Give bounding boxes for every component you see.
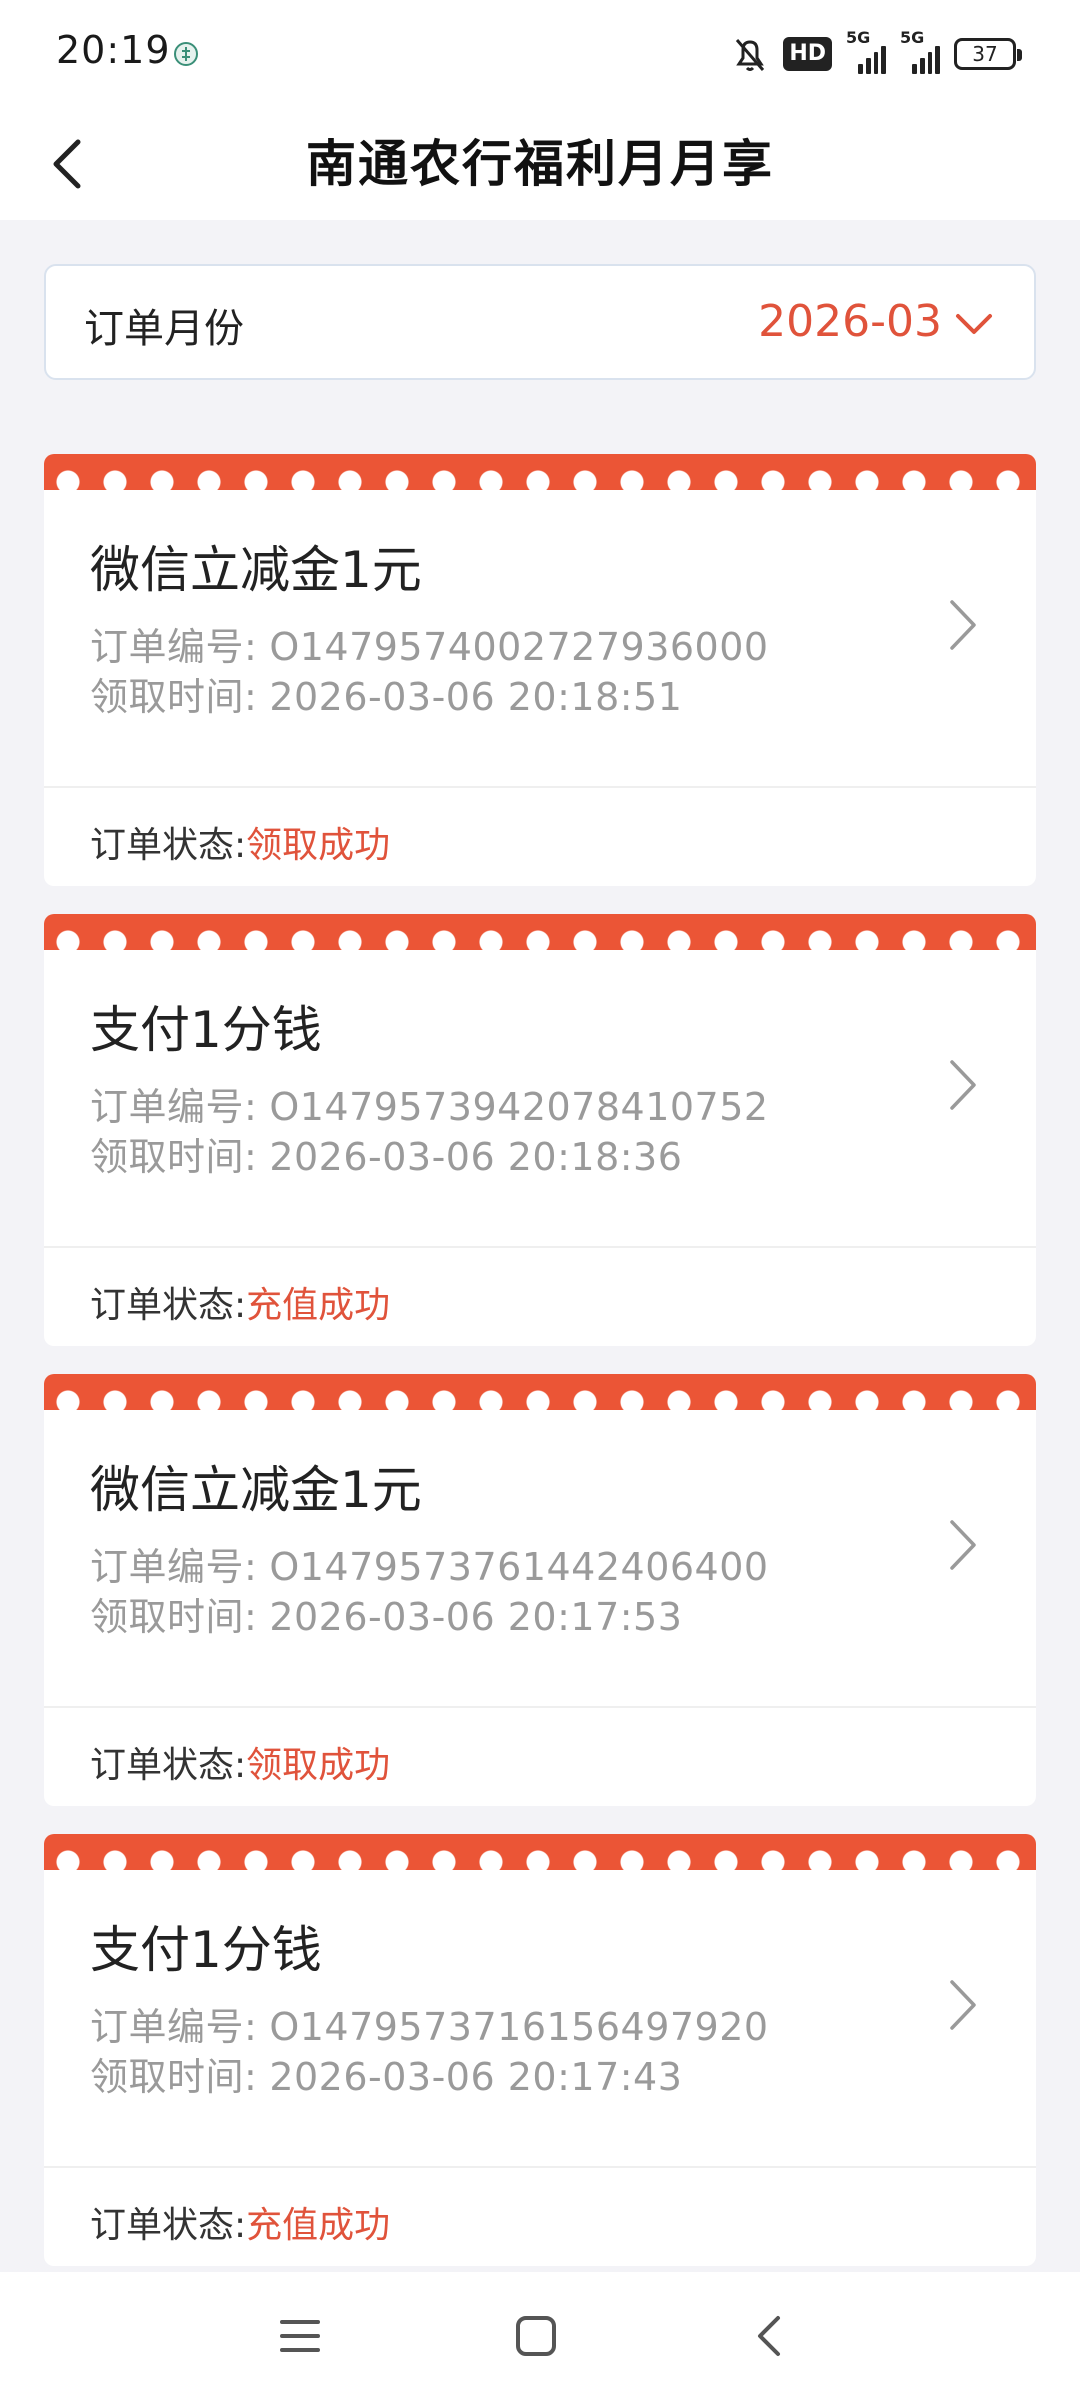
order-number: O1479574002727936000 [269, 625, 769, 669]
order-status-value: 充值成功 [246, 2205, 391, 2246]
claim-time: 2026-03-06 20:18:51 [269, 675, 683, 719]
order-status-label: 订单状态:领取成功 [90, 1745, 391, 1786]
order-card[interactable]: 微信立减金1元 订单编号: O1479574002727936000 领取时间: 2… [44, 454, 1036, 886]
chevron-right-icon[interactable] [946, 1056, 980, 1114]
order-number-row: 订单编号: O1479573761442406400 [90, 1536, 769, 1591]
menu-icon[interactable] [276, 2312, 324, 2360]
battery-icon: 37 [954, 38, 1022, 70]
claim-time-label: 领取时间: [90, 2055, 258, 2099]
order-title: 支付1分钱 [90, 1921, 322, 1979]
order-number: O1479573716156497920 [269, 2005, 769, 2049]
claim-time-row: 领取时间: 2026-03-06 20:17:43 [90, 2046, 682, 2101]
signal-icon: 5G [846, 28, 886, 74]
claim-time-row: 领取时间: 2026-03-06 20:18:51 [90, 666, 682, 721]
order-card[interactable]: 微信立减金1元 订单编号: O1479573761442406400 领取时间: 2… [44, 1374, 1036, 1806]
chevron-right-icon[interactable] [946, 596, 980, 654]
order-status-value: 领取成功 [246, 1745, 391, 1786]
chevron-right-icon[interactable] [946, 1976, 980, 2034]
status-indicators: HD 5G 5G 37 [731, 28, 1022, 78]
page-title: 南通农行福利月月享 [306, 135, 774, 193]
claim-time: 2026-03-06 20:17:43 [269, 2055, 683, 2099]
order-status-label: 订单状态:充值成功 [90, 1285, 391, 1326]
card-ticket-edge [44, 1374, 1036, 1410]
order-status-label: 订单状态:领取成功 [90, 825, 391, 866]
app-notification-icon [174, 42, 198, 66]
order-card-body[interactable]: 支付1分钱 订单编号: O1479573942078410752 领取时间: 202… [44, 950, 1036, 1248]
order-title: 微信立减金1元 [90, 1461, 422, 1519]
order-status-row: 订单状态:充值成功 [44, 1248, 1036, 1346]
status-bar: 20:19 HD 5G 5G 37 [0, 0, 1080, 108]
home-icon[interactable] [512, 2312, 560, 2360]
order-number-label: 订单编号: [90, 2005, 258, 2049]
order-card[interactable]: 支付1分钱 订单编号: O1479573716156497920 领取时间: 202… [44, 1834, 1036, 2266]
order-card-body[interactable]: 支付1分钱 订单编号: O1479573716156497920 领取时间: 202… [44, 1870, 1036, 2168]
order-number-row: 订单编号: O1479573716156497920 [90, 1996, 769, 2051]
claim-time: 2026-03-06 20:18:36 [269, 1135, 683, 1179]
month-filter[interactable]: 订单月份 2026-03 [44, 264, 1036, 380]
order-number-label: 订单编号: [90, 1085, 258, 1129]
month-filter-value[interactable]: 2026-03 [758, 296, 942, 347]
card-ticket-edge [44, 914, 1036, 950]
header: 南通农行福利月月享 [0, 108, 1080, 220]
order-status-row: 订单状态:充值成功 [44, 2168, 1036, 2266]
card-ticket-edge [44, 1834, 1036, 1870]
system-nav-bar [0, 2272, 1080, 2400]
order-number-row: 订单编号: O1479573942078410752 [90, 1076, 769, 1131]
order-status-value: 充值成功 [246, 1285, 391, 1326]
month-filter-label: 订单月份 [84, 306, 244, 352]
mute-bell-icon [736, 39, 765, 71]
order-number: O1479573761442406400 [269, 1545, 769, 1589]
order-card-body[interactable]: 微信立减金1元 订单编号: O1479573761442406400 领取时间: 2… [44, 1410, 1036, 1708]
order-number-label: 订单编号: [90, 1545, 258, 1589]
chevron-right-icon[interactable] [946, 1516, 980, 1574]
claim-time-label: 领取时间: [90, 1135, 258, 1179]
status-time: 20:19 [56, 28, 171, 72]
back-icon[interactable] [746, 2312, 794, 2360]
chevron-down-icon[interactable] [954, 310, 994, 340]
card-ticket-edge [44, 454, 1036, 490]
order-status-label: 订单状态:充值成功 [90, 2205, 391, 2246]
claim-time-row: 领取时间: 2026-03-06 20:17:53 [90, 1586, 682, 1641]
order-number-label: 订单编号: [90, 625, 258, 669]
order-list: 微信立减金1元 订单编号: O1479574002727936000 领取时间: 2… [44, 454, 1036, 2294]
order-title: 支付1分钱 [90, 1001, 322, 1059]
claim-time-row: 领取时间: 2026-03-06 20:18:36 [90, 1126, 682, 1181]
claim-time-label: 领取时间: [90, 675, 258, 719]
order-status-value: 领取成功 [246, 825, 391, 866]
order-title: 微信立减金1元 [90, 541, 422, 599]
hd-icon: HD [783, 37, 832, 71]
order-card-body[interactable]: 微信立减金1元 订单编号: O1479574002727936000 领取时间: 2… [44, 490, 1036, 788]
order-number-row: 订单编号: O1479574002727936000 [90, 616, 769, 671]
claim-time-label: 领取时间: [90, 1595, 258, 1639]
signal-icon: 5G [900, 28, 940, 74]
order-status-row: 订单状态:领取成功 [44, 788, 1036, 886]
order-status-row: 订单状态:领取成功 [44, 1708, 1036, 1806]
order-number: O1479573942078410752 [269, 1085, 769, 1129]
claim-time: 2026-03-06 20:17:53 [269, 1595, 683, 1639]
order-card[interactable]: 支付1分钱 订单编号: O1479573942078410752 领取时间: 202… [44, 914, 1036, 1346]
